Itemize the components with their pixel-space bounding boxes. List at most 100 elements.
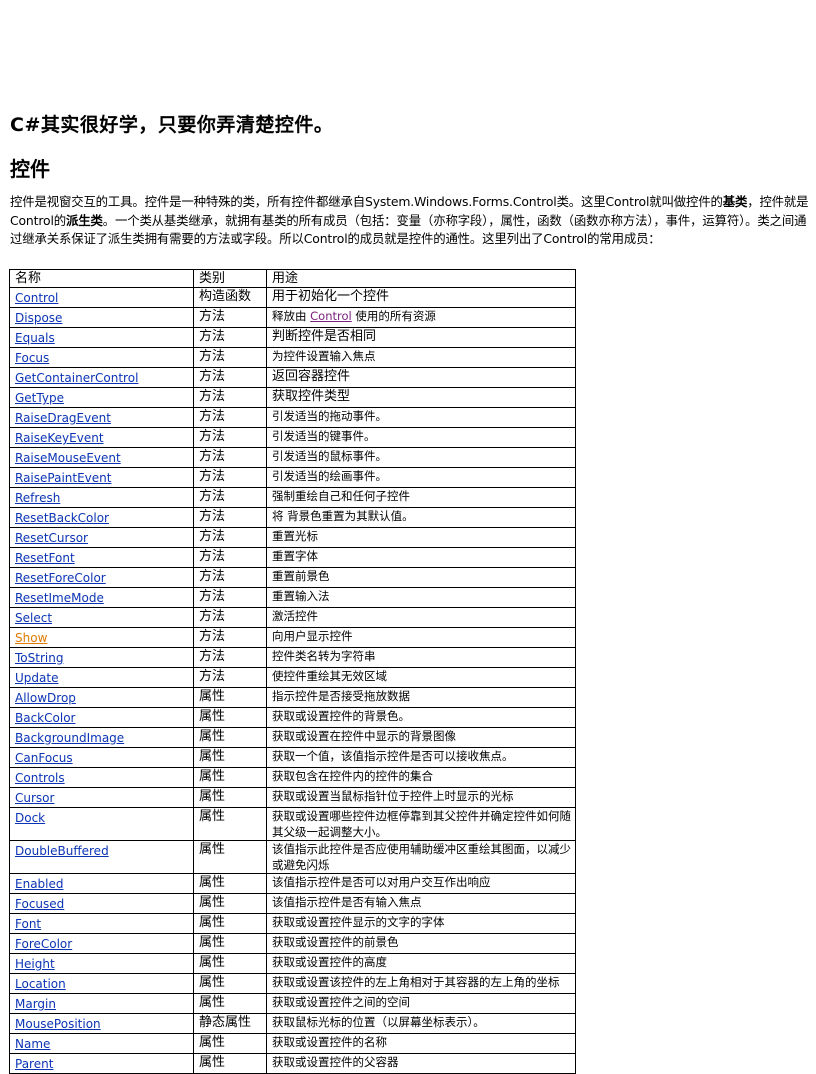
- member-name-cell: Dock: [9, 807, 194, 841]
- member-kind-cell: 方法: [193, 387, 267, 408]
- member-purpose-cell: 获取或设置控件的前景色: [266, 933, 576, 954]
- member-name-link[interactable]: Refresh: [15, 491, 60, 505]
- member-name-link[interactable]: Name: [15, 1037, 50, 1051]
- member-name-link[interactable]: GetContainerControl: [15, 371, 138, 385]
- member-name-cell: Controls: [9, 767, 194, 788]
- member-name-link[interactable]: RaisePaintEvent: [15, 471, 111, 485]
- member-kind-cell: 属性: [193, 873, 267, 894]
- member-name-link[interactable]: Cursor: [15, 791, 54, 805]
- member-purpose-cell: 获取或设置控件的父容器: [266, 1053, 576, 1074]
- member-purpose-cell: 获取或设置控件的高度: [266, 953, 576, 974]
- table-row: Cursor 属性 获取或设置当鼠标指针位于控件上时显示的光标: [9, 787, 576, 808]
- header-kind: 类别: [193, 269, 267, 288]
- member-name-link[interactable]: Enabled: [15, 877, 64, 891]
- member-kind-cell: 属性: [193, 893, 267, 914]
- member-name-link[interactable]: CanFocus: [15, 751, 73, 765]
- member-name-cell: Dispose: [9, 307, 194, 328]
- member-name-link[interactable]: Dispose: [15, 311, 62, 325]
- member-name-link[interactable]: ResetImeMode: [15, 591, 104, 605]
- member-purpose-cell: 获取或设置哪些控件边框停靠到其父控件并确定控件如何随其父级一起调整大小。: [266, 807, 576, 841]
- member-kind-cell: 方法: [193, 327, 267, 348]
- member-kind-cell: 方法: [193, 347, 267, 368]
- member-kind-cell: 方法: [193, 367, 267, 388]
- table-row: Location 属性 获取或设置该控件的左上角相对于其容器的左上角的坐标: [9, 973, 576, 994]
- member-name-link[interactable]: DoubleBuffered: [15, 844, 109, 858]
- table-row: Focused 属性 该值指示控件是否有输入焦点: [9, 893, 576, 914]
- member-kind-cell: 属性: [193, 1053, 267, 1074]
- member-name-link[interactable]: Controls: [15, 771, 65, 785]
- member-name-cell: ResetCursor: [9, 527, 194, 548]
- member-purpose-cell: 获取或设置该控件的左上角相对于其容器的左上角的坐标: [266, 973, 576, 994]
- member-name-link[interactable]: Control: [15, 291, 58, 305]
- purpose-control-link[interactable]: Control: [310, 309, 352, 323]
- member-name-link[interactable]: RaiseKeyEvent: [15, 431, 104, 445]
- purpose-text: 使用的所有资源: [351, 309, 436, 323]
- member-name-link[interactable]: RaiseDragEvent: [15, 411, 111, 425]
- member-purpose-cell: 获取或设置控件之间的空间: [266, 993, 576, 1014]
- member-name-link[interactable]: Parent: [15, 1057, 53, 1071]
- member-name-link[interactable]: RaiseMouseEvent: [15, 451, 121, 465]
- member-name-cell: RaiseDragEvent: [9, 407, 194, 428]
- member-kind-cell: 方法: [193, 567, 267, 588]
- member-name-link[interactable]: GetType: [15, 391, 64, 405]
- member-purpose-cell: 引发适当的键事件。: [266, 427, 576, 448]
- member-name-cell: Select: [9, 607, 194, 628]
- member-name-link[interactable]: ResetBackColor: [15, 511, 109, 525]
- member-name-link[interactable]: BackColor: [15, 711, 75, 725]
- member-kind-cell: 构造函数: [193, 287, 267, 308]
- member-purpose-cell: 获取控件类型: [266, 387, 576, 408]
- table-row: Controls 属性 获取包含在控件内的控件的集合: [9, 767, 576, 788]
- member-name-link[interactable]: Update: [15, 671, 58, 685]
- member-name-link[interactable]: Height: [15, 957, 55, 971]
- member-name-link[interactable]: ResetFont: [15, 551, 75, 565]
- member-name-link[interactable]: MousePosition: [15, 1017, 101, 1031]
- member-name-cell: Name: [9, 1033, 194, 1054]
- member-name-link[interactable]: Focused: [15, 897, 64, 911]
- table-row: Focus 方法 为控件设置输入焦点: [9, 347, 576, 368]
- member-name-cell: GetContainerControl: [9, 367, 194, 388]
- member-kind-cell: 方法: [193, 407, 267, 428]
- member-name-cell: Parent: [9, 1053, 194, 1074]
- table-row: Font 属性 获取或设置控件显示的文字的字体: [9, 913, 576, 934]
- member-purpose-cell: 引发适当的鼠标事件。: [266, 447, 576, 468]
- member-kind-cell: 属性: [193, 933, 267, 954]
- member-name-link[interactable]: Font: [15, 917, 41, 931]
- member-name-cell: BackColor: [9, 707, 194, 728]
- member-name-link[interactable]: ForeColor: [15, 937, 72, 951]
- member-name-link[interactable]: Select: [15, 611, 52, 625]
- table-row: GetContainerControl 方法 返回容器控件: [9, 367, 576, 388]
- table-row: RaiseDragEvent 方法 引发适当的拖动事件。: [9, 407, 576, 428]
- table-row: GetType 方法 获取控件类型: [9, 387, 576, 408]
- member-kind-cell: 属性: [193, 687, 267, 708]
- member-name-link[interactable]: ResetCursor: [15, 531, 88, 545]
- member-kind-cell: 方法: [193, 427, 267, 448]
- member-name-link[interactable]: BackgroundImage: [15, 731, 124, 745]
- member-kind-cell: 属性: [193, 1033, 267, 1054]
- member-kind-cell: 属性: [193, 807, 267, 841]
- member-name-link[interactable]: AllowDrop: [15, 691, 76, 705]
- member-name-link[interactable]: Show: [15, 631, 47, 645]
- intro-text: 控件是视窗交互的工具。控件是一种特殊的类，所有控件都继承自System.Wind…: [10, 194, 723, 209]
- intro-paragraph: 控件是视窗交互的工具。控件是一种特殊的类，所有控件都继承自System.Wind…: [10, 193, 810, 249]
- member-purpose-cell: 释放由 Control 使用的所有资源: [266, 307, 576, 328]
- member-name-link[interactable]: Dock: [15, 811, 45, 825]
- member-name-link[interactable]: ResetForeColor: [15, 571, 106, 585]
- member-name-link[interactable]: Focus: [15, 351, 49, 365]
- document-title: C#其实很好学，只要你弄清楚控件。: [10, 114, 334, 136]
- member-purpose-cell: 判断控件是否相同: [266, 327, 576, 348]
- member-name-link[interactable]: ToString: [15, 651, 63, 665]
- member-name-cell: ResetFont: [9, 547, 194, 568]
- member-purpose-cell: 重置前景色: [266, 567, 576, 588]
- member-kind-cell: 方法: [193, 507, 267, 528]
- member-kind-cell: 属性: [193, 727, 267, 748]
- member-name-link[interactable]: Equals: [15, 331, 55, 345]
- member-name-link[interactable]: Location: [15, 977, 66, 991]
- table-row: ForeColor 属性 获取或设置控件的前景色: [9, 933, 576, 954]
- table-row: Name 属性 获取或设置控件的名称: [9, 1033, 576, 1054]
- table-row: Update 方法 使控件重绘其无效区域: [9, 667, 576, 688]
- intro-bold-base-class: 基类: [722, 194, 748, 209]
- member-name-cell: AllowDrop: [9, 687, 194, 708]
- table-row: ToString 方法 控件类名转为字符串: [9, 647, 576, 668]
- member-name-cell: RaiseMouseEvent: [9, 447, 194, 468]
- member-name-link[interactable]: Margin: [15, 997, 56, 1011]
